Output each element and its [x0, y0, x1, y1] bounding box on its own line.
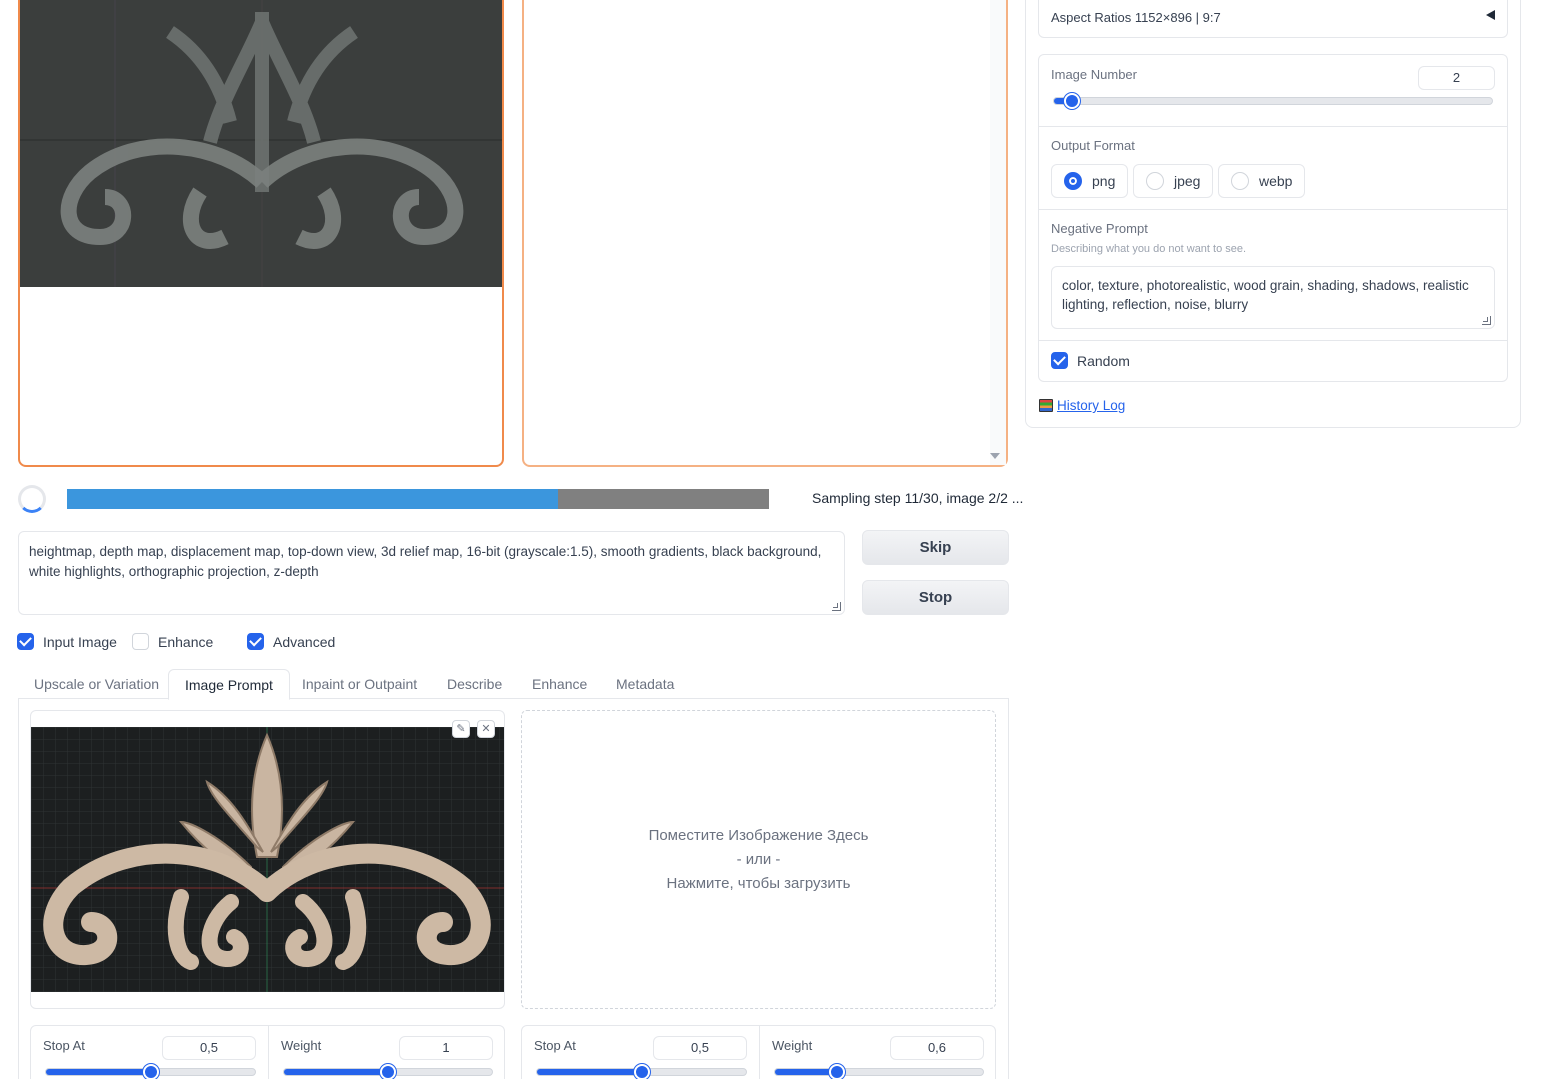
stop-at-slider[interactable]: [45, 1064, 256, 1079]
drop-text-line1: Поместите Изображение Здесь: [648, 826, 869, 844]
image-prompt-slot-2-dropzone[interactable]: Поместите Изображение Здесь - или - Нажм…: [521, 710, 996, 1009]
slider-fill: [284, 1069, 388, 1075]
negative-prompt-hint: Describing what you do not want to see.: [1051, 243, 1247, 255]
stop-at-label: Stop At: [43, 1038, 85, 1053]
enhance-toggle[interactable]: Enhance: [132, 633, 213, 650]
advanced-checkbox[interactable]: [247, 633, 264, 650]
stop-at-number-input[interactable]: 0,5: [162, 1036, 256, 1060]
drop-text-or: - или -: [736, 850, 781, 868]
image-number-input[interactable]: 2: [1418, 66, 1495, 90]
negative-prompt-input[interactable]: color, texture, photorealistic, wood gra…: [1051, 266, 1495, 329]
history-log-link[interactable]: History Log: [1039, 398, 1125, 413]
prompt-input[interactable]: heightmap, depth map, displacement map, …: [18, 531, 845, 615]
slider-fill: [46, 1069, 151, 1075]
weight-label: Weight: [281, 1038, 322, 1053]
input-image-toggle[interactable]: Input Image: [17, 633, 117, 650]
format-option-jpeg[interactable]: jpeg: [1133, 164, 1214, 198]
format-label-jpeg: jpeg: [1174, 173, 1201, 189]
stop-button[interactable]: Stop: [862, 580, 1009, 615]
enhance-checkbox[interactable]: [132, 633, 149, 650]
slider-thumb[interactable]: [1063, 93, 1080, 109]
aspect-ratios-accordion[interactable]: Aspect Ratios 1152×896 | 9:7: [1038, 0, 1508, 38]
format-label-webp: webp: [1259, 173, 1293, 189]
advanced-toggle[interactable]: Advanced: [247, 633, 335, 650]
tab-metadata[interactable]: Metadata: [600, 669, 690, 699]
settings-box: Image Number 2 Output Format png jpeg we…: [1038, 54, 1508, 382]
slider-thumb[interactable]: [633, 1064, 650, 1079]
radio-webp[interactable]: [1231, 172, 1249, 190]
input-image-checkbox[interactable]: [17, 633, 34, 650]
image-number-label: Image Number: [1051, 67, 1137, 82]
weight-slider[interactable]: [774, 1064, 984, 1079]
divider: [1039, 126, 1507, 127]
slot-1-stop-at: Stop At 0,5: [31, 1026, 268, 1079]
tab-upscale-or-variation[interactable]: Upscale or Variation: [18, 669, 175, 699]
drop-text-line3: Нажмите, чтобы загрузить: [666, 874, 851, 892]
slot-2-weight: Weight 0,6: [759, 1026, 996, 1079]
slider-fill: [775, 1069, 838, 1075]
scroll-down-icon[interactable]: [990, 453, 1000, 459]
divider: [1039, 340, 1507, 341]
weight-number-input[interactable]: 1: [399, 1036, 493, 1060]
edit-icon[interactable]: ✎: [452, 720, 470, 738]
stop-at-label: Stop At: [534, 1038, 576, 1053]
format-option-webp[interactable]: webp: [1218, 164, 1306, 198]
output-format-label: Output Format: [1051, 138, 1135, 153]
resize-handle-icon[interactable]: [832, 602, 841, 611]
aspect-ratios-label: Aspect Ratios 1152×896 | 9:7: [1051, 10, 1221, 25]
radio-jpeg[interactable]: [1146, 172, 1164, 190]
stop-at-slider[interactable]: [536, 1064, 747, 1079]
close-icon[interactable]: ✕: [477, 720, 495, 738]
format-label-png: png: [1092, 173, 1116, 189]
preview-gallery[interactable]: [18, 0, 504, 467]
preview-image[interactable]: [20, 0, 502, 287]
loading-spinner-icon: [18, 485, 46, 513]
enhance-label: Enhance: [158, 633, 214, 650]
tab-describe[interactable]: Describe: [431, 669, 518, 699]
progress-status: Sampling step 11/30, image 2/2 ...: [812, 490, 1024, 506]
caret-left-icon[interactable]: [1486, 10, 1495, 20]
slider-thumb[interactable]: [380, 1064, 396, 1079]
image-prompt-slot-1[interactable]: ✎ ✕: [30, 710, 505, 1009]
slot-1-weight: Weight 1: [268, 1026, 505, 1079]
negative-prompt-label: Negative Prompt: [1051, 221, 1148, 236]
gallery-scrollbar[interactable]: [990, 0, 1006, 465]
skip-button[interactable]: Skip: [862, 530, 1009, 565]
divider: [1039, 209, 1507, 210]
random-checkbox[interactable]: [1051, 352, 1068, 369]
slot-1-controls: Stop At 0,5 Weight 1: [30, 1025, 505, 1079]
slot-2-controls: Stop At 0,5 Weight 0,6: [521, 1025, 996, 1079]
stop-at-number-input[interactable]: 0,5: [653, 1036, 747, 1060]
slider-fill: [537, 1069, 642, 1075]
advanced-label: Advanced: [273, 633, 336, 650]
weight-slider[interactable]: [283, 1064, 493, 1079]
slider-thumb[interactable]: [829, 1064, 846, 1079]
progress-fill: [67, 489, 559, 509]
tab-image-prompt[interactable]: Image Prompt: [168, 669, 290, 700]
books-icon: [1039, 399, 1053, 412]
prompt-text: heightmap, depth map, displacement map, …: [29, 544, 822, 579]
ornament-photo: [31, 727, 504, 992]
random-label: Random: [1077, 352, 1130, 369]
resize-handle-icon[interactable]: [1482, 316, 1491, 325]
format-option-png[interactable]: png: [1051, 164, 1129, 198]
tab-enhance[interactable]: Enhance: [516, 669, 603, 699]
slot-2-stop-at: Stop At 0,5: [522, 1026, 759, 1079]
random-seed-toggle[interactable]: Random: [1051, 352, 1130, 369]
weight-label: Weight: [772, 1038, 813, 1053]
radio-png[interactable]: [1064, 172, 1082, 190]
input-tabs: Upscale or Variation Image Prompt Inpain…: [18, 669, 1009, 700]
progress-bar: [67, 489, 769, 509]
weight-number-input[interactable]: 0,6: [890, 1036, 984, 1060]
ornament-reference-image: [31, 727, 504, 992]
tab-inpaint-or-outpaint[interactable]: Inpaint or Outpaint: [286, 669, 433, 699]
image-number-slider[interactable]: [1053, 93, 1493, 109]
input-image-label: Input Image: [43, 633, 117, 650]
output-gallery[interactable]: [522, 0, 1008, 467]
slider-thumb[interactable]: [142, 1064, 159, 1079]
negative-prompt-text: color, texture, photorealistic, wood gra…: [1062, 278, 1469, 312]
ornament-heightmap-preview: [20, 0, 502, 287]
history-log-label: History Log: [1057, 398, 1126, 413]
